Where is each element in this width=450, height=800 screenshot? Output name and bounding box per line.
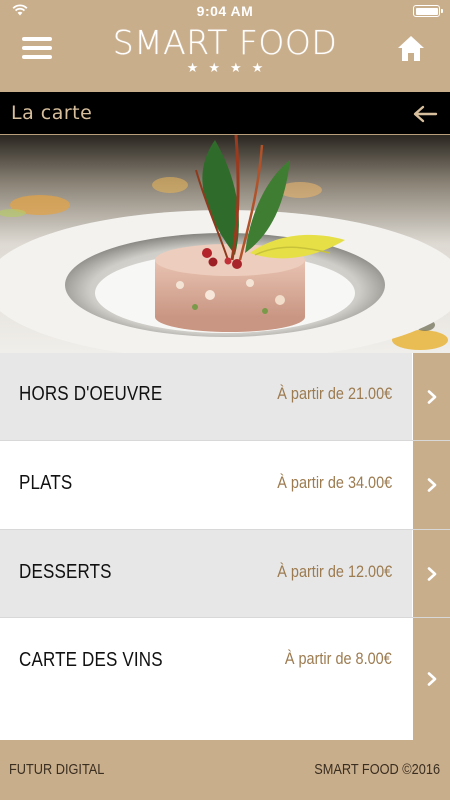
menu-item-desserts[interactable]: DESSERTS À partir de 12.00€ [0,530,450,618]
arrow-left-icon[interactable] [412,104,438,124]
hamburger-menu-button[interactable] [22,37,52,61]
chevron-right-button[interactable] [412,441,450,529]
chevron-right-button[interactable] [412,353,450,440]
section-title: La carte [11,102,93,124]
menu-item-plats[interactable]: PLATS À partir de 34.00€ [0,441,450,530]
menu-item-price: À partir de 12.00€ [277,562,392,581]
menu-item-label: PLATS [19,472,73,494]
battery-icon [413,5,443,17]
app-header: 9:04 AM SMART FOOD ★★★★ [0,0,450,92]
chevron-right-icon [427,389,437,404]
menu-item-hors-doeuvre[interactable]: HORS D'OEUVRE À partir de 21.00€ [0,353,450,441]
menu-item-price: À partir de 8.00€ [285,649,392,668]
home-icon[interactable] [396,33,426,63]
brand-stars: ★★★★ [186,60,274,75]
chevron-right-button[interactable] [412,530,450,617]
menu-item-carte-des-vins[interactable]: CARTE DES VINS À partir de 8.00€ [0,618,450,740]
menu-item-label: CARTE DES VINS [19,649,163,671]
status-time: 9:04 AM [196,3,254,19]
menu-item-label: HORS D'OEUVRE [19,383,163,405]
menu-list: HORS D'OEUVRE À partir de 21.00€ PLATS À… [0,353,450,740]
section-header: La carte [0,92,450,135]
menu-item-price: À partir de 21.00€ [277,384,392,403]
chevron-right-icon [427,672,437,686]
footer-credit: FUTUR DIGITAL [9,761,105,778]
brand-name: SMART FOOD [112,23,338,62]
chevron-right-icon [427,566,437,581]
menu-item-label: DESSERTS [19,561,112,583]
app-footer: FUTUR DIGITAL SMART FOOD ©2016 [0,740,450,800]
brand-logo: SMART FOOD ★★★★ [100,24,350,75]
hamburger-icon [22,37,52,41]
status-bar: 9:04 AM [0,0,450,22]
hero-food-image [0,135,450,353]
chevron-right-button[interactable] [412,618,450,740]
chevron-right-icon [427,478,437,492]
menu-item-price: À partir de 34.00€ [277,473,392,492]
footer-copyright: SMART FOOD ©2016 [314,761,440,778]
